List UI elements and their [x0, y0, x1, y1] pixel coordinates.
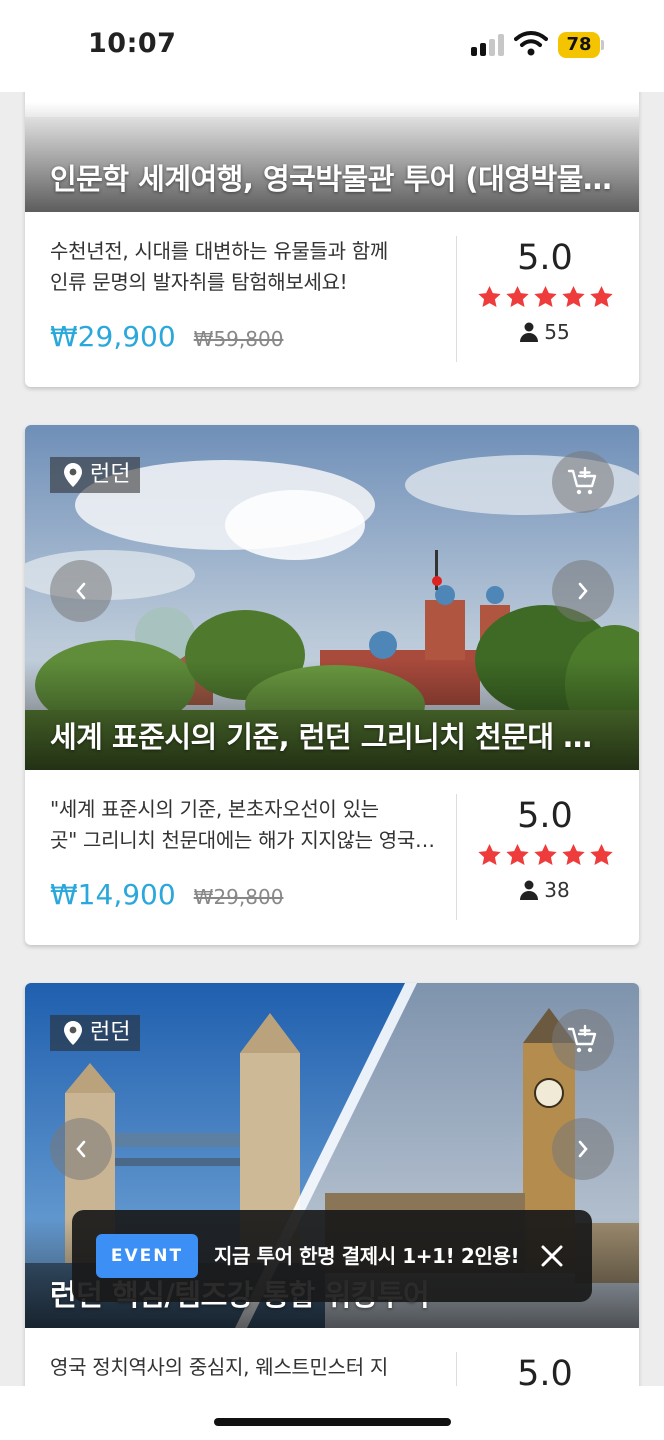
tour-info[interactable]: 영국 정치역사의 중심지, 웨스트민스터 지 5.0 — [25, 1328, 639, 1392]
star-icon — [588, 284, 615, 310]
review-count: 38 — [475, 878, 615, 902]
sale-price: ₩29,900 — [50, 320, 176, 353]
event-banner[interactable]: EVENT 지금 투어 한명 결제시 1+1! 2인용! — [72, 1210, 592, 1302]
star-icon — [476, 284, 503, 310]
chevron-left-icon — [76, 1140, 86, 1158]
tour-card[interactable]: 인문학 세계여행, 영국박물관 투어 (대영박물관 투어) 수천년전, 시대를 … — [25, 92, 639, 387]
status-bar: 10:07 78 — [0, 0, 664, 92]
home-indicator-area — [0, 1386, 664, 1440]
event-text[interactable]: 지금 투어 한명 결제시 1+1! 2인용! — [214, 1240, 520, 1269]
add-to-cart-button[interactable] — [552, 451, 614, 513]
star-icon — [588, 842, 615, 868]
tour-title[interactable]: 인문학 세계여행, 영국박물관 투어 (대영박물관 투어) — [50, 156, 614, 198]
sale-price: ₩14,900 — [50, 878, 176, 911]
image-prev-button[interactable] — [50, 560, 112, 622]
review-count: 55 — [475, 320, 615, 344]
price-row: ₩29,900 ₩59,800 — [50, 320, 283, 353]
star-icon — [504, 284, 531, 310]
person-icon — [520, 322, 538, 342]
map-pin-icon — [64, 463, 82, 487]
tour-card[interactable]: 런던 세계 표준시의 기준, 런던 그리니치 천문대 투어 "세계 표준시의 기… — [25, 425, 639, 945]
cellular-signal-icon — [471, 34, 505, 56]
cart-plus-icon — [567, 1024, 599, 1056]
star-icon — [532, 842, 559, 868]
star-icon — [560, 284, 587, 310]
tour-image[interactable]: 런던 세계 표준시의 기준, 런던 그리니치 천문대 투어 — [25, 425, 639, 770]
star-icon — [476, 842, 503, 868]
home-indicator[interactable] — [214, 1418, 451, 1426]
battery-level: 78 — [566, 34, 592, 55]
image-prev-button[interactable] — [50, 1118, 112, 1180]
person-icon — [520, 880, 538, 900]
rating-stars — [475, 284, 615, 310]
close-icon[interactable] — [534, 1238, 570, 1274]
event-tag: EVENT — [96, 1234, 198, 1278]
tour-description: "세계 표준시의 기준, 본초자오선이 있는 곳" 그리니치 천문대에는 해가 … — [50, 797, 445, 852]
rating-score: 5.0 — [517, 796, 573, 836]
status-time: 10:07 — [88, 28, 177, 59]
tour-title[interactable]: 세계 표준시의 기준, 런던 그리니치 천문대 투어 — [50, 714, 614, 756]
rating-box: 5.0 38 — [475, 794, 615, 902]
location-badge: 런던 — [50, 457, 141, 493]
tour-card[interactable]: 런던 런던 핵심/템즈강 통합 워킹투어 영국 정치역사의 중심지, 웨스트민스… — [25, 983, 639, 1392]
battery-icon: 78 — [558, 32, 604, 58]
tour-list[interactable]: 인문학 세계여행, 영국박물관 투어 (대영박물관 투어) 수천년전, 시대를 … — [0, 92, 664, 1392]
rating-score: 5.0 — [517, 238, 573, 278]
tour-info[interactable]: 수천년전, 시대를 대변하는 유물들과 함께 인류 문명의 발자취를 탐험해보세… — [25, 212, 639, 387]
tour-image[interactable]: 인문학 세계여행, 영국박물관 투어 (대영박물관 투어) — [25, 92, 639, 212]
tour-description: 수천년전, 시대를 대변하는 유물들과 함께 인류 문명의 발자취를 탐험해보세… — [50, 239, 388, 294]
divider — [456, 794, 457, 920]
price-row: ₩14,900 ₩29,800 — [50, 878, 283, 911]
original-price: ₩59,800 — [193, 327, 284, 351]
tour-description: 영국 정치역사의 중심지, 웨스트민스터 지 — [50, 1355, 388, 1379]
star-icon — [532, 284, 559, 310]
chevron-left-icon — [76, 582, 86, 600]
divider — [456, 236, 457, 362]
add-to-cart-button[interactable] — [552, 1009, 614, 1071]
chevron-right-icon — [578, 1140, 588, 1158]
image-next-button[interactable] — [552, 1118, 614, 1180]
chevron-right-icon — [578, 582, 588, 600]
cart-plus-icon — [567, 466, 599, 498]
location-badge: 런던 — [50, 1015, 141, 1051]
star-icon — [504, 842, 531, 868]
rating-box: 5.0 55 — [475, 236, 615, 344]
rating-stars — [475, 842, 615, 868]
image-next-button[interactable] — [552, 560, 614, 622]
star-icon — [560, 842, 587, 868]
map-pin-icon — [64, 1021, 82, 1045]
wifi-icon — [514, 31, 548, 56]
tour-info[interactable]: "세계 표준시의 기준, 본초자오선이 있는 곳" 그리니치 천문대에는 해가 … — [25, 770, 639, 945]
original-price: ₩29,800 — [193, 885, 284, 909]
